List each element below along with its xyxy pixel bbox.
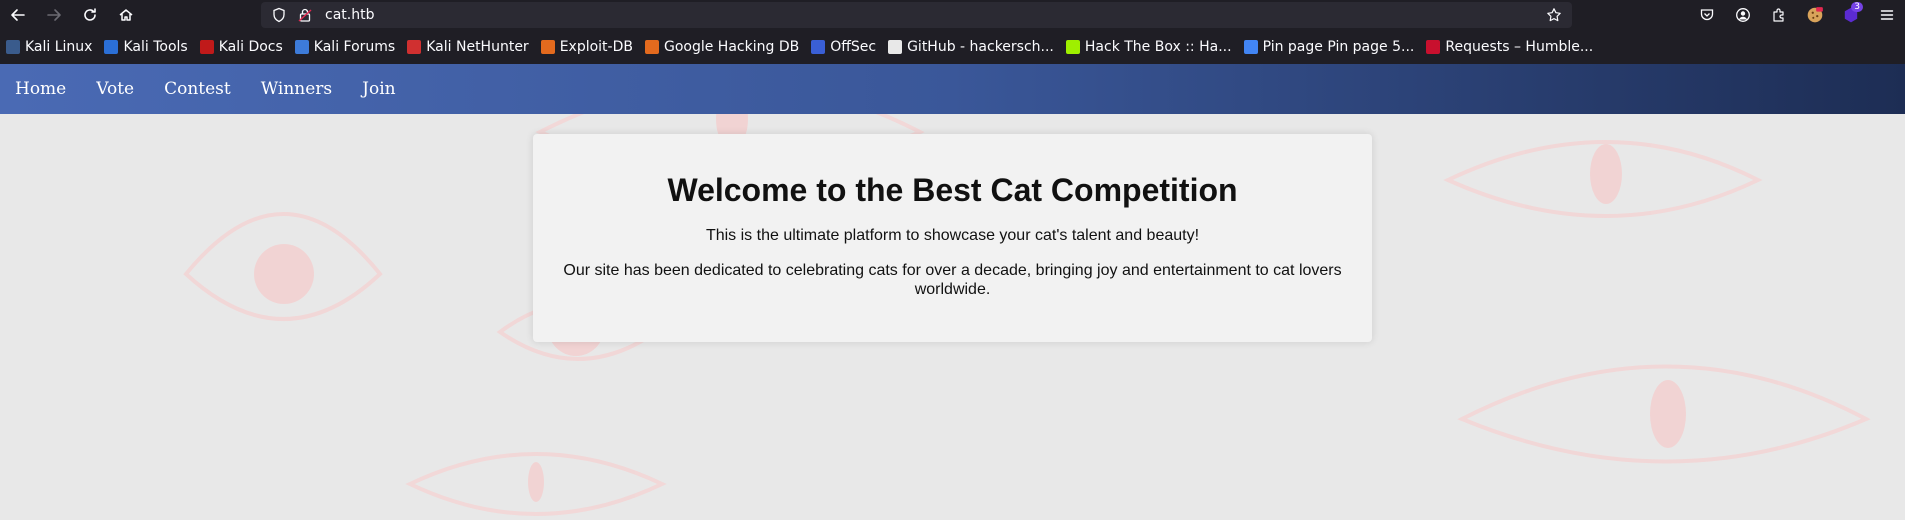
url-bar[interactable]: cat.htb [261,2,1572,28]
exploitdb-icon [540,40,555,54]
extension-badge: 3 [1851,2,1863,12]
bookmark-label: Kali Forums [313,39,396,55]
shield-icon[interactable] [271,7,287,23]
menu-button[interactable] [1869,0,1905,30]
bookmark-item[interactable]: Kali Tools [104,39,188,55]
toolbar-right-icons: 3 [1689,0,1905,30]
nav-vote-link[interactable]: Vote [96,79,134,99]
site-navigation: Home Vote Contest Winners Join [0,64,1905,114]
home-button[interactable] [108,0,144,30]
eye-decoration [1443,140,1763,218]
eye-decoration [1457,364,1871,464]
insecure-lock-icon[interactable] [297,7,313,23]
nav-winners-link[interactable]: Winners [261,79,332,99]
kali-forums-icon [294,40,309,54]
reload-button[interactable] [72,0,108,30]
arrow-right-icon [47,9,61,21]
bookmark-item[interactable]: OffSec [811,39,876,55]
kali-tools-icon [104,40,119,54]
browser-toolbar: cat.htb 3 [0,0,1905,30]
bookmark-label: Kali Linux [25,39,93,55]
bookmark-item[interactable]: Kali Docs [199,39,283,55]
eye-decoration [405,452,667,516]
bookmark-label: Hack The Box :: Ha... [1084,39,1232,55]
bookmark-star-icon[interactable] [1546,7,1562,23]
puzzle-icon [1773,8,1784,22]
bookmark-label: Pin page Pin page 5... [1262,39,1415,55]
account-icon [1736,8,1750,22]
bookmark-label: Exploit-DB [559,39,633,55]
pocket-icon [1700,9,1714,21]
nethunter-icon [407,40,422,54]
bookmark-item[interactable]: GitHub - hackersch... [888,39,1054,55]
google-icon [1243,40,1258,54]
arrow-left-icon [11,9,25,21]
hamburger-menu-icon [1880,10,1894,20]
extensions-button[interactable] [1761,0,1797,30]
bookmark-item[interactable]: Pin page Pin page 5... [1243,39,1415,55]
cookie-extension-button[interactable] [1797,0,1833,30]
purple-extension-button[interactable]: 3 [1833,0,1869,30]
bookmark-label: OffSec [830,39,877,55]
nav-contest-link[interactable]: Contest [164,79,231,99]
reload-icon [84,8,96,21]
welcome-card: Welcome to the Best Cat Competition This… [533,134,1372,342]
url-text[interactable]: cat.htb [325,7,374,23]
humble-icon [1426,40,1441,54]
htb-icon [1065,40,1080,54]
bookmark-label: Google Hacking DB [663,39,800,55]
home-icon [119,9,133,21]
intro-paragraph: This is the ultimate platform to showcas… [705,227,1200,244]
offsec-icon [811,40,826,54]
eye-decoration [183,212,383,321]
bookmark-label: GitHub - hackersch... [907,39,1054,55]
bookmark-label: Kali Docs [218,39,283,55]
ghdb-icon [644,40,659,54]
kali-dragon-icon [6,40,20,54]
github-icon [888,40,903,54]
bookmark-label: Requests – Humble... [1445,39,1594,55]
page-title: Welcome to the Best Cat Competition [667,172,1238,208]
nav-home-link[interactable]: Home [15,79,66,99]
bookmark-item[interactable]: Requests – Humble... [1426,39,1593,55]
bookmark-label: Kali Tools [123,39,188,55]
back-button[interactable] [0,0,36,30]
bookmark-item[interactable]: Google Hacking DB [644,39,800,55]
bookmark-item[interactable]: Kali Forums [294,39,396,55]
bookmarks-toolbar: Kali Linux Kali Tools Kali Docs Kali Forums… [0,30,1905,64]
cookie-icon [1807,7,1823,23]
kali-docs-icon [199,40,214,54]
forward-button[interactable] [36,0,72,30]
bookmark-item[interactable]: Hack The Box :: Ha... [1065,39,1232,55]
bookmark-item[interactable]: Kali Linux [6,39,92,55]
description-paragraph: Our site has been dedicated to celebrati… [563,262,1342,298]
bookmark-item[interactable]: Exploit-DB [540,39,633,55]
account-button[interactable] [1725,0,1761,30]
pocket-button[interactable] [1689,0,1725,30]
bookmark-label: Kali NetHunter [426,39,529,55]
nav-join-link[interactable]: Join [362,79,395,99]
bookmark-item[interactable]: Kali NetHunter [407,39,529,55]
